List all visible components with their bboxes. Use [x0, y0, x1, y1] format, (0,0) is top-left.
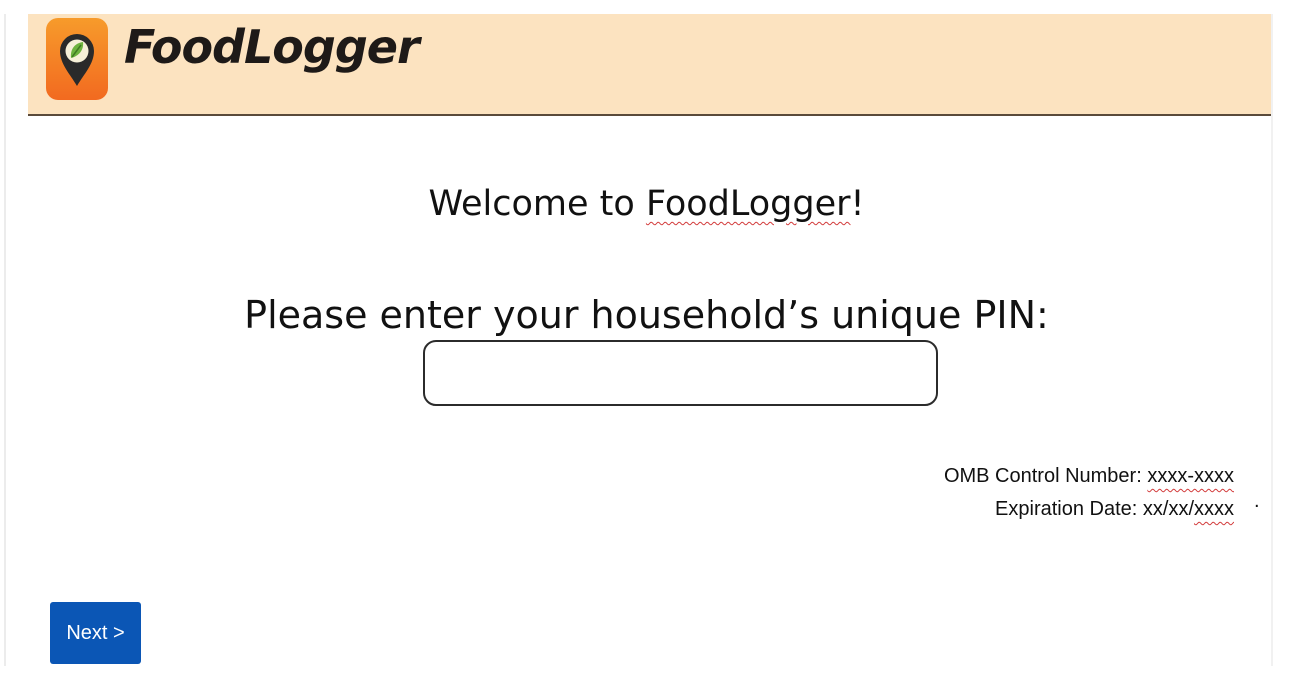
omb-control-number: OMB Control Number: xxxx-xxxx — [780, 460, 1234, 493]
omb-expiration-value: xxxx — [1194, 498, 1234, 520]
right-border — [1271, 14, 1273, 666]
survey-page: FoodLogger Welcome to FoodLogger! Please… — [0, 0, 1293, 687]
pin-input[interactable] — [423, 340, 938, 406]
pin-prompt: Please enter your household’s unique PIN… — [244, 293, 1049, 337]
app-header: FoodLogger — [28, 14, 1271, 116]
omb-expiration-date: Expiration Date: xx/xx/xxxx — [780, 493, 1234, 526]
next-button[interactable]: Next > — [50, 602, 141, 664]
welcome-prefix: Welcome to — [428, 184, 646, 224]
omb-control-label: OMB Control Number: — [943, 465, 1148, 487]
trailing-dot: . — [1254, 490, 1260, 512]
omb-info: OMB Control Number: xxxx-xxxx Expiration… — [780, 460, 1234, 526]
map-pin-leaf-icon — [46, 18, 108, 100]
omb-expiration-label: Expiration Date: xx/xx/ — [995, 498, 1194, 520]
welcome-heading: Welcome to FoodLogger! — [0, 184, 1293, 224]
welcome-app-name: FoodLogger — [645, 184, 851, 224]
app-name: FoodLogger — [124, 20, 420, 74]
left-border — [4, 14, 6, 666]
omb-control-value: xxxx-xxxx — [1147, 465, 1234, 487]
welcome-suffix: ! — [850, 184, 865, 224]
